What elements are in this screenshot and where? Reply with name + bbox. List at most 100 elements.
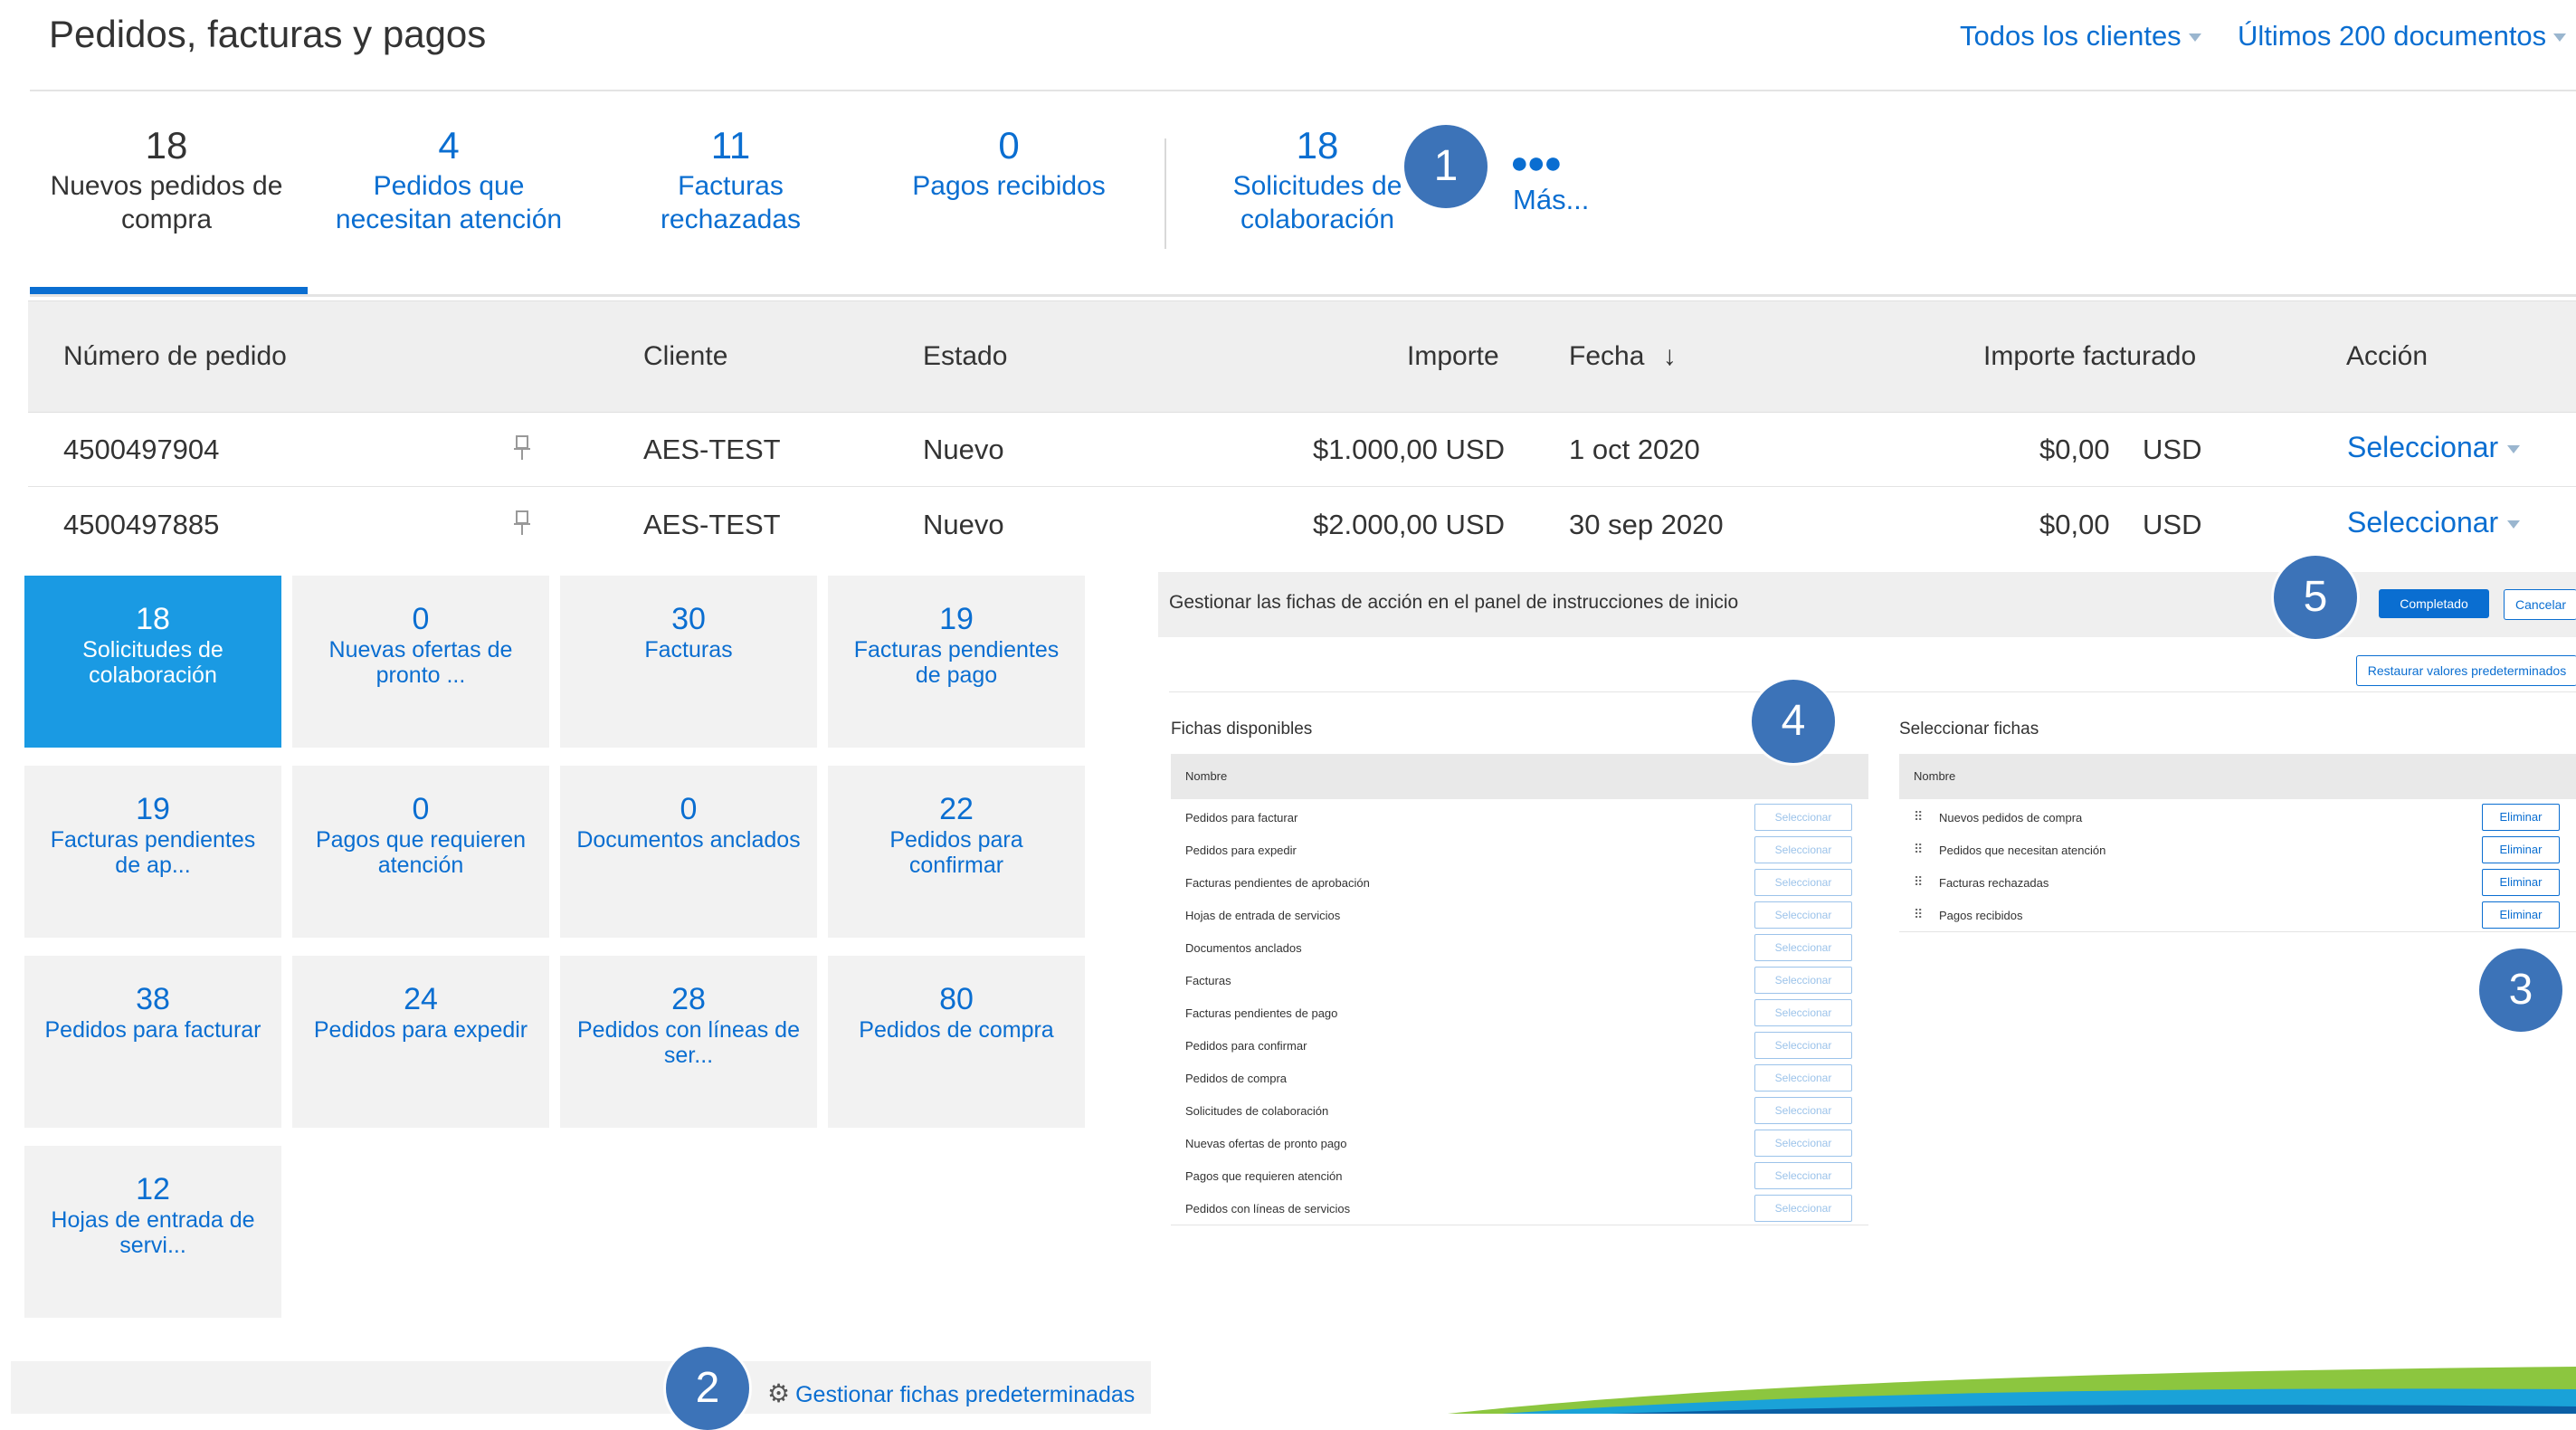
list-item: Pedidos para facturar Seleccionar (1171, 801, 1868, 834)
select-tile-button[interactable]: Seleccionar (1754, 869, 1852, 896)
select-tile-button[interactable]: Seleccionar (1754, 1130, 1852, 1157)
name-column-header: Nombre (1914, 769, 1956, 783)
remove-tile-button[interactable]: Eliminar (2482, 901, 2560, 929)
tile-name: Facturas pendientes de pago (1185, 1006, 1338, 1020)
column-header-date-label: Fecha (1569, 341, 1645, 371)
select-tile-button[interactable]: Seleccionar (1754, 999, 1852, 1026)
tile-count: 22 (939, 792, 974, 826)
tile-count: 0 (412, 602, 430, 636)
column-header-client[interactable]: Cliente (643, 341, 727, 372)
tile-name: Facturas pendientes de aprobación (1185, 876, 1370, 890)
select-tile-button[interactable]: Seleccionar (1754, 901, 1852, 929)
list-item: Facturas Seleccionar (1171, 964, 1868, 997)
tile-name: Pagos que requieren atención (1185, 1169, 1343, 1183)
tile-payments-requiring-attention[interactable]: 0 Pagos que requieren atención (292, 766, 549, 938)
drag-handle-icon[interactable]: ⠿ (1914, 907, 1923, 922)
select-tile-button[interactable]: Seleccionar (1754, 1064, 1852, 1092)
callout-1: 1 (1404, 125, 1488, 208)
available-tiles-title: Fichas disponibles (1171, 720, 1313, 739)
column-header-invoiced-amount[interactable]: Importe facturado (1983, 341, 2196, 372)
tile-count: 28 (671, 982, 706, 1016)
select-tile-button[interactable]: Seleccionar (1754, 1097, 1852, 1124)
tile-invoices-pending-payment[interactable]: 19 Facturas pendientes de pago (828, 576, 1085, 748)
order-number[interactable]: 4500497904 (63, 434, 219, 466)
more-dots-icon[interactable]: ●●● (1510, 148, 1563, 178)
drag-handle-icon[interactable]: ⠿ (1914, 842, 1923, 857)
tile-name: Pedidos para facturar (1185, 811, 1298, 825)
select-tile-button[interactable]: Seleccionar (1754, 934, 1852, 961)
select-tile-button[interactable]: Seleccionar (1754, 836, 1852, 863)
tab-collaboration-requests[interactable]: 18 Solicitudes de colaboración (1212, 122, 1422, 236)
invoiced-currency: USD (2143, 434, 2202, 465)
drag-handle-icon[interactable]: ⠿ (1914, 809, 1923, 825)
cancel-button[interactable]: Cancelar (2504, 589, 2576, 620)
tile-label: Facturas (644, 637, 733, 663)
drag-handle-icon[interactable]: ⠿ (1914, 874, 1923, 890)
tile-invoices[interactable]: 30 Facturas (560, 576, 817, 748)
list-item: Pedidos para confirmar Seleccionar (1171, 1029, 1868, 1063)
pin-icon[interactable] (512, 510, 532, 537)
tile-label: Facturas pendientes de pago (853, 637, 1060, 688)
tab-count: 0 (998, 124, 1020, 167)
select-action-label: Seleccionar (2347, 506, 2499, 539)
selected-tiles-header: Nombre (1899, 754, 2576, 799)
invoiced-amount: $0,00 (2039, 509, 2110, 540)
clients-filter-dropdown[interactable]: Todos los clientes (1960, 20, 2201, 52)
tile-orders-to-confirm[interactable]: 22 Pedidos para confirmar (828, 766, 1085, 938)
tab-count: 18 (145, 124, 188, 167)
tile-label: Solicitudes de colaboración (82, 637, 223, 688)
select-tile-button[interactable]: Seleccionar (1754, 967, 1852, 994)
tile-invoices-pending-approval[interactable]: 19 Facturas pendientes de ap... (24, 766, 281, 938)
tile-orders-to-ship[interactable]: 24 Pedidos para expedir (292, 956, 549, 1128)
list-item[interactable]: ⠿ Pagos recibidos Eliminar (1899, 899, 2576, 932)
remove-tile-button[interactable]: Eliminar (2482, 869, 2560, 896)
list-item[interactable]: ⠿ Nuevos pedidos de compra Eliminar (1899, 801, 2576, 834)
select-tile-button[interactable]: Seleccionar (1754, 1162, 1852, 1189)
column-header-date[interactable]: Fecha ↓ (1569, 341, 1677, 372)
select-tile-button[interactable]: Seleccionar (1754, 1195, 1852, 1222)
more-link[interactable]: Más... (1513, 184, 1589, 216)
tile-pinned-documents[interactable]: 0 Documentos anclados (560, 766, 817, 938)
tile-service-entry-sheets[interactable]: 12 Hojas de entrada de servi... (24, 1146, 281, 1318)
tab-payments-received[interactable]: 0 Pagos recibidos (896, 122, 1122, 203)
column-header-status[interactable]: Estado (923, 341, 1007, 372)
order-number[interactable]: 4500497885 (63, 509, 219, 541)
callout-4: 4 (1752, 680, 1835, 763)
tab-label: Pagos recibidos (912, 171, 1106, 201)
list-item[interactable]: ⠿ Facturas rechazadas Eliminar (1899, 866, 2576, 900)
pin-icon[interactable] (512, 434, 532, 462)
chevron-down-icon (2507, 520, 2521, 529)
chevron-down-icon (2507, 445, 2521, 454)
tile-label: Pedidos para expedir (313, 1017, 528, 1043)
tile-name: Pedidos para expedir (1185, 844, 1297, 857)
list-item: Pagos que requieren atención Seleccionar (1171, 1159, 1868, 1193)
tabs-divider-line (30, 294, 2576, 297)
tab-orders-needing-attention[interactable]: 4 Pedidos que necesitan atención (326, 122, 572, 236)
select-tile-button[interactable]: Seleccionar (1754, 804, 1852, 831)
restore-defaults-button[interactable]: Restaurar valores predeterminados (2356, 655, 2576, 686)
column-header-amount[interactable]: Importe (1407, 341, 1499, 372)
tile-name: Pedidos que necesitan atención (1939, 844, 2106, 857)
tile-orders-to-invoice[interactable]: 38 Pedidos para facturar (24, 956, 281, 1128)
column-header-order-number[interactable]: Número de pedido (63, 341, 287, 372)
tile-early-payment-offers[interactable]: 0 Nuevas ofertas de pronto ... (292, 576, 549, 748)
done-button[interactable]: Completado (2379, 589, 2489, 618)
list-item: Facturas pendientes de aprobación Selecci… (1171, 866, 1868, 900)
tile-name: Pagos recibidos (1939, 909, 2023, 922)
column-header-action: Acción (2346, 341, 2429, 371)
manage-default-tiles-link[interactable]: ⚙ Gestionar fichas predeterminadas (767, 1378, 1135, 1408)
select-tile-button[interactable]: Seleccionar (1754, 1032, 1852, 1059)
list-item[interactable]: ⠿ Pedidos que necesitan atención Eliminar (1899, 834, 2576, 867)
tile-purchase-orders[interactable]: 80 Pedidos de compra (828, 956, 1085, 1128)
tile-name: Pedidos con líneas de servicios (1185, 1202, 1351, 1216)
tile-collaboration-requests[interactable]: 18 Solicitudes de colaboración (24, 576, 281, 748)
tab-rejected-invoices[interactable]: 11 Facturas rechazadas (638, 122, 823, 236)
remove-tile-button[interactable]: Eliminar (2482, 804, 2560, 831)
documents-filter-dropdown[interactable]: Últimos 200 documentos (2238, 20, 2567, 52)
tab-new-purchase-orders[interactable]: 18 Nuevos pedidos de compra (48, 122, 285, 236)
select-action-dropdown[interactable]: Seleccionar (2347, 506, 2521, 539)
remove-tile-button[interactable]: Eliminar (2482, 836, 2560, 863)
tile-orders-with-service-lines[interactable]: 28 Pedidos con líneas de ser... (560, 956, 817, 1128)
list-item: Pedidos con líneas de servicios Seleccion… (1171, 1192, 1868, 1225)
select-action-dropdown[interactable]: Seleccionar (2347, 431, 2521, 464)
